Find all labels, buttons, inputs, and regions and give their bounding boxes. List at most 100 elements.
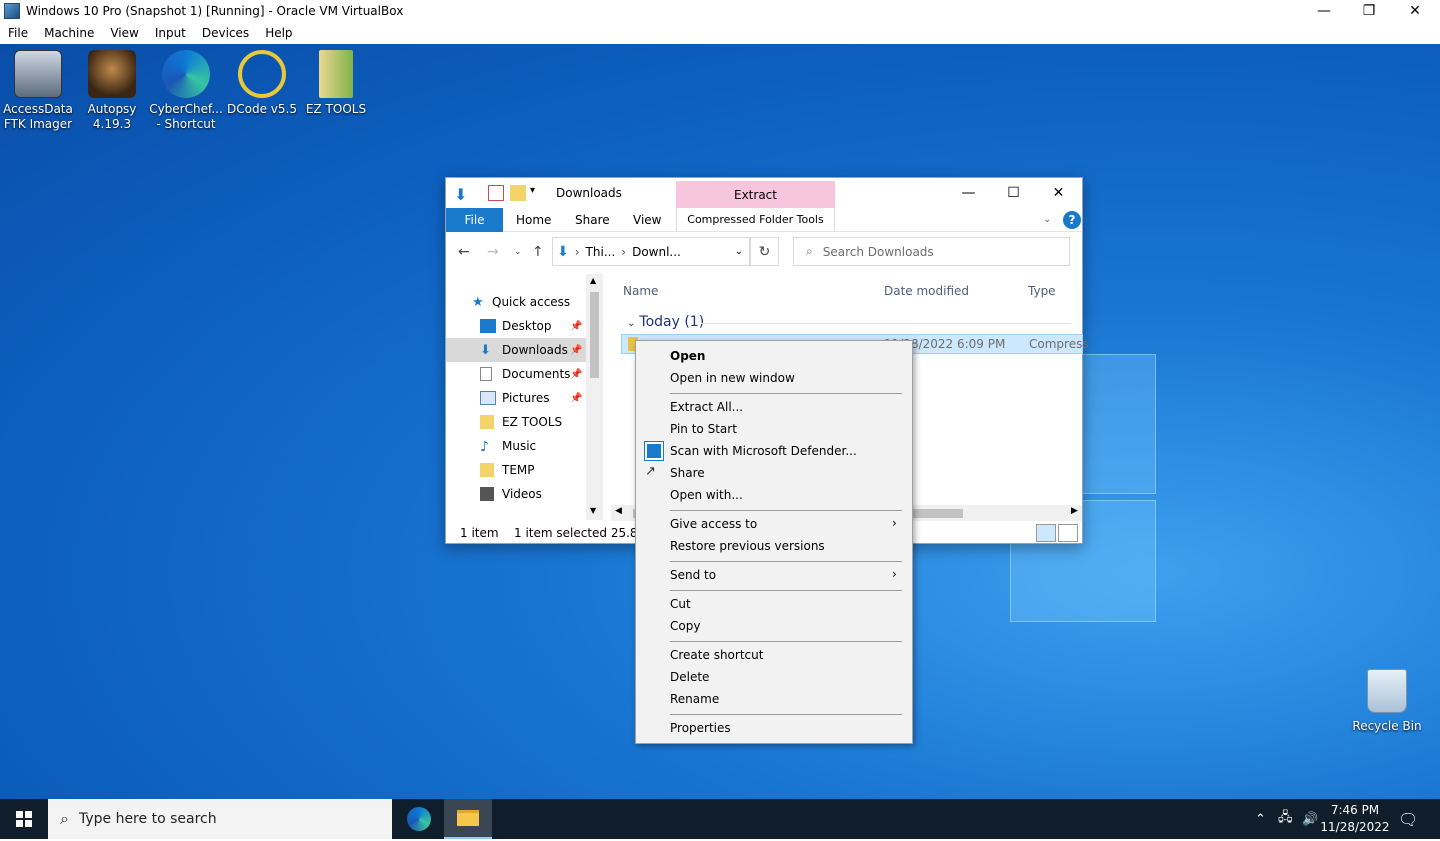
nav-label: Documents (502, 367, 571, 381)
ribbon-tab-view[interactable]: View (633, 208, 661, 232)
breadcrumb-chevron-icon: › (574, 244, 580, 259)
vbox-menu-input[interactable]: Input (147, 26, 194, 40)
menu-item-open-with[interactable]: Open with... (670, 484, 900, 506)
pin-icon[interactable]: 📌 (570, 345, 582, 356)
explorer-maximize-button[interactable]: ☐ (991, 178, 1036, 208)
share-icon: ↗ (645, 464, 656, 479)
properties-check-icon[interactable] (488, 185, 504, 201)
group-header-today[interactable]: ⌄ Today (1) (627, 314, 704, 330)
pin-icon[interactable]: 📌 (570, 321, 582, 332)
expand-ribbon-chevron-icon[interactable]: ⌄ (1043, 208, 1051, 232)
menu-item-scan-defender[interactable]: Scan with Microsoft Defender... (670, 440, 900, 462)
explorer-close-button[interactable]: ✕ (1036, 178, 1081, 208)
recycle-bin-label: Recycle Bin (1352, 719, 1422, 733)
ribbon-tab-home[interactable]: Home (516, 208, 551, 232)
menu-item-open-new-window[interactable]: Open in new window (670, 367, 900, 389)
large-icons-view-icon[interactable] (1058, 524, 1078, 542)
edge-icon (407, 807, 431, 831)
nav-ez-tools[interactable]: EZ TOOLS (446, 410, 586, 434)
address-dropdown-chevron-icon[interactable]: ⌄ (735, 246, 743, 257)
taskbar-app-file-explorer[interactable] (444, 799, 492, 839)
network-icon[interactable]: 🖧 (1278, 799, 1293, 839)
taskbar: ⌕ Type here to search ⌃ 🖧 🔊 7:46 PM 11/2… (0, 799, 1440, 839)
defender-shield-icon (644, 441, 664, 461)
ribbon-tab-compressed-folder-tools[interactable]: Compressed Folder Tools (676, 208, 835, 232)
help-button[interactable]: ? (1063, 211, 1081, 229)
desktop-icon-cyberchef[interactable]: CyberChef... - Shortcut (148, 44, 224, 132)
menu-item-open[interactable]: Open (670, 345, 900, 367)
menu-item-share[interactable]: Share (670, 462, 900, 484)
nav-documents[interactable]: Documents 📌 (446, 362, 586, 386)
vbox-restore-button[interactable]: ❐ (1346, 0, 1392, 22)
details-view-icon[interactable] (1036, 524, 1056, 542)
new-folder-icon[interactable] (510, 185, 526, 201)
back-arrow-icon[interactable]: ← (458, 244, 470, 260)
menu-item-properties[interactable]: Properties (670, 717, 900, 739)
scroll-up-arrow-icon[interactable]: ▲ (590, 276, 596, 285)
nav-temp[interactable]: TEMP (446, 458, 586, 482)
taskbar-app-edge[interactable] (395, 799, 443, 839)
vbox-close-button[interactable]: ✕ (1392, 0, 1438, 22)
desktop-icon-dcode[interactable]: DCode v5.5 (224, 44, 300, 117)
desktop-icon-autopsy[interactable]: Autopsy 4.19.3 (74, 44, 150, 132)
menu-item-send-to[interactable]: Send to (670, 564, 900, 586)
menu-item-cut[interactable]: Cut (670, 593, 900, 615)
menu-item-pin-to-start[interactable]: Pin to Start (670, 418, 900, 440)
search-input[interactable]: ⌕ Search Downloads (793, 237, 1070, 266)
scroll-down-arrow-icon[interactable]: ▼ (590, 506, 596, 515)
taskbar-search-input[interactable]: ⌕ Type here to search (48, 799, 392, 839)
desktop-folder-icon (480, 319, 496, 333)
pin-icon[interactable]: 📌 (570, 369, 582, 380)
ribbon-tab-share[interactable]: Share (575, 208, 610, 232)
vbox-menu-help[interactable]: Help (257, 26, 300, 40)
navigation-scrollbar[interactable]: ▲ ▼ (586, 274, 603, 520)
desktop-icon-label: EZ TOOLS (305, 102, 367, 116)
column-header-name[interactable]: Name (623, 284, 658, 298)
folder-icon (319, 50, 353, 98)
customize-qat-chevron-icon[interactable]: ▾ (530, 185, 546, 201)
menu-item-copy[interactable]: Copy (670, 615, 900, 637)
breadcrumb-this-pc[interactable]: Thi... (586, 245, 616, 259)
explorer-minimize-button[interactable]: — (946, 178, 991, 208)
desktop-icon-ftk-imager[interactable]: AccessData FTK Imager (0, 44, 76, 132)
breadcrumb-downloads[interactable]: Downl... (632, 245, 681, 259)
vbox-menu-devices[interactable]: Devices (194, 26, 257, 40)
music-note-icon: ♪ (480, 439, 489, 455)
extract-context-tab[interactable]: Extract (676, 181, 835, 208)
column-header-type[interactable]: Type (1028, 284, 1056, 298)
start-button[interactable] (0, 799, 48, 839)
menu-item-rename[interactable]: Rename (670, 688, 900, 710)
forward-arrow-icon[interactable]: → (487, 244, 499, 260)
pin-icon[interactable]: 📌 (570, 393, 582, 404)
vbox-minimize-button[interactable]: — (1301, 0, 1347, 22)
vbox-menu-machine[interactable]: Machine (36, 26, 102, 40)
menu-item-give-access[interactable]: Give access to (670, 513, 900, 535)
menu-item-create-shortcut[interactable]: Create shortcut (670, 644, 900, 666)
search-icon: ⌕ (60, 809, 69, 828)
scrollbar-thumb[interactable] (590, 292, 599, 378)
system-clock[interactable]: 7:46 PM 11/28/2022 (1316, 802, 1394, 836)
explorer-titlebar[interactable]: ⬇ ▾ Downloads Extract — ☐ ✕ (446, 178, 1082, 208)
menu-item-delete[interactable]: Delete (670, 666, 900, 688)
column-header-date[interactable]: Date modified (884, 284, 969, 298)
nav-downloads[interactable]: ⬇ Downloads 📌 (446, 338, 586, 362)
menu-item-extract-all[interactable]: Extract All... (670, 396, 900, 418)
nav-desktop[interactable]: Desktop 📌 (446, 314, 586, 338)
desktop-icon-ez-tools[interactable]: EZ TOOLS (298, 44, 374, 117)
desktop-icon-recycle-bin[interactable]: Recycle Bin (1350, 669, 1424, 733)
show-hidden-icons-chevron-icon[interactable]: ⌃ (1255, 799, 1266, 839)
ribbon-tab-file[interactable]: File (446, 208, 503, 232)
up-arrow-icon[interactable]: ↑ (532, 244, 544, 260)
vbox-menu-file[interactable]: File (0, 26, 36, 40)
vbox-menu-view[interactable]: View (102, 26, 146, 40)
nav-pictures[interactable]: Pictures 📌 (446, 386, 586, 410)
refresh-button[interactable]: ↻ (750, 237, 779, 266)
menu-item-restore-versions[interactable]: Restore previous versions (670, 535, 900, 557)
address-bar[interactable]: ⬇ › Thi... › Downl... ⌄ (552, 237, 750, 266)
notification-center-icon[interactable]: 🗨 (1398, 799, 1418, 839)
nav-videos[interactable]: Videos (446, 482, 586, 506)
recent-locations-chevron-icon[interactable]: ⌄ (514, 247, 522, 257)
scroll-left-arrow-icon[interactable]: ◀ (615, 506, 622, 516)
nav-music[interactable]: ♪ Music (446, 434, 586, 458)
scroll-right-arrow-icon[interactable]: ▶ (1071, 506, 1078, 516)
